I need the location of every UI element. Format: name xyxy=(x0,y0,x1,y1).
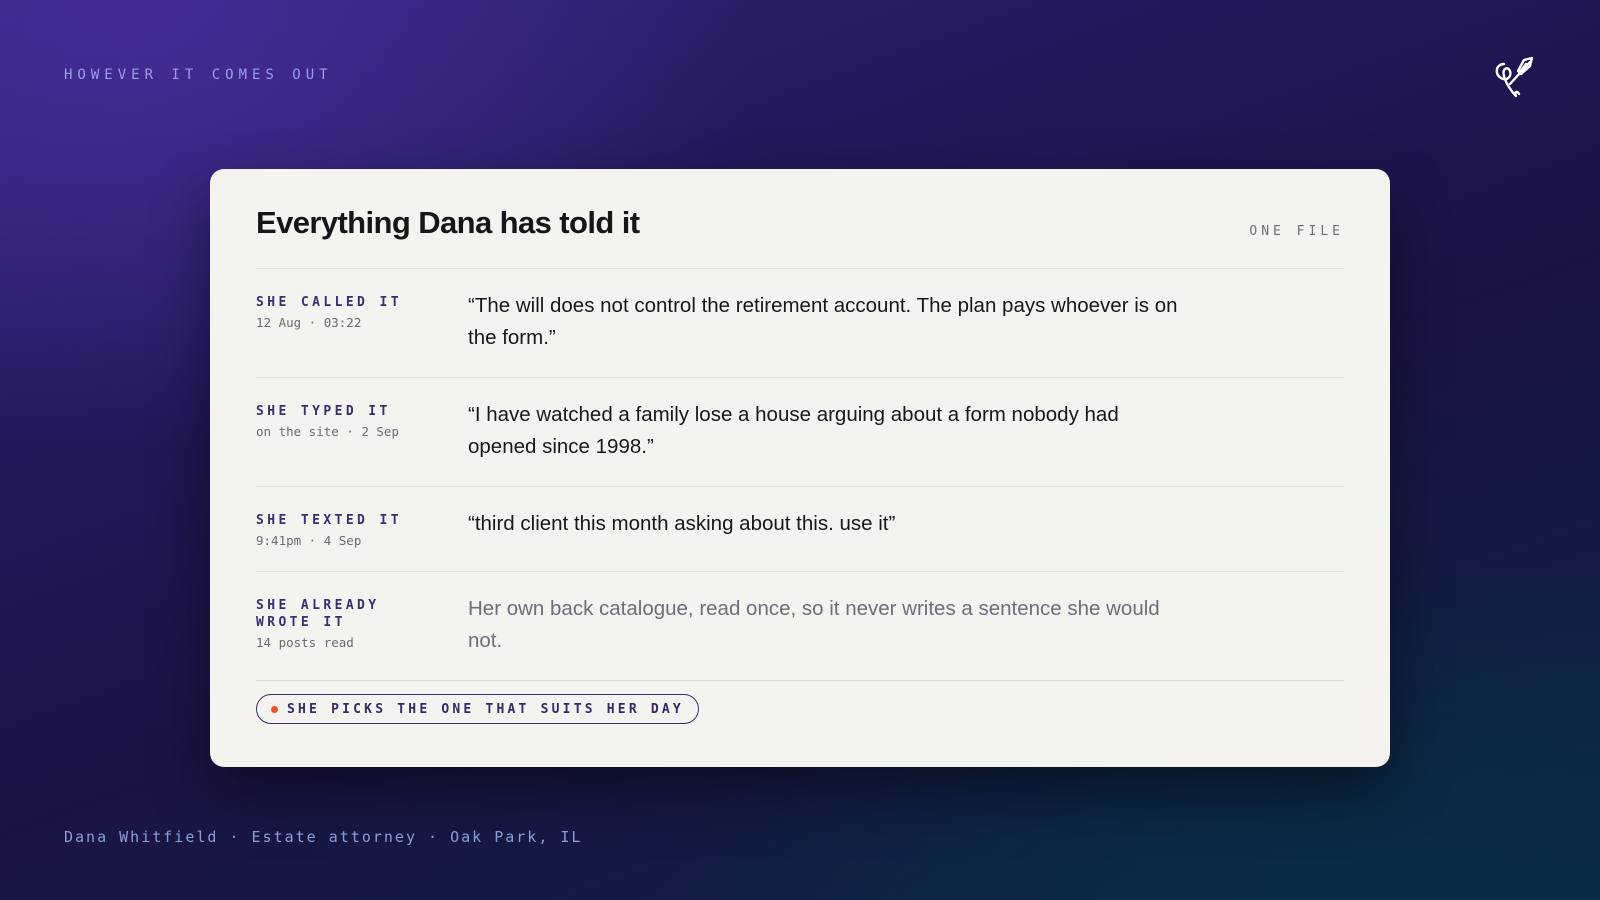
source-list: SHE CALLED IT 12 Aug · 03:22 “The will d… xyxy=(256,268,1344,681)
row-timestamp: 12 Aug · 03:22 xyxy=(256,315,362,330)
row-quote: “The will does not control the retiremen… xyxy=(468,294,1178,349)
row-meta: SHE ALREADY WROTE IT 14 posts read xyxy=(256,597,468,657)
row-timestamp: 9:41pm · 4 Sep xyxy=(256,533,362,548)
row-meta: SHE TEXTED IT 9:41pm · 4 Sep xyxy=(256,512,468,548)
told-it-card: Everything Dana has told it ONE FILE SHE… xyxy=(210,169,1390,767)
list-item: SHE TEXTED IT 9:41pm · 4 Sep “third clie… xyxy=(256,487,1344,572)
row-quote: “I have watched a family lose a house ar… xyxy=(468,403,1119,458)
card-title: Everything Dana has told it xyxy=(256,205,640,240)
row-label: SHE ALREADY WROTE IT xyxy=(256,598,380,630)
file-count-tag: ONE FILE xyxy=(1249,224,1344,239)
row-quote: Her own back catalogue, read once, so it… xyxy=(468,597,1160,652)
quill-pen-icon xyxy=(1490,54,1534,98)
row-timestamp: 14 posts read xyxy=(256,635,354,650)
eyebrow-label: HOWEVER IT COMES OUT xyxy=(64,67,333,83)
pill-label: SHE PICKS THE ONE THAT SUITS HER DAY xyxy=(287,701,684,717)
status-dot-icon xyxy=(271,705,278,713)
list-item: SHE CALLED IT 12 Aug · 03:22 “The will d… xyxy=(256,269,1344,378)
row-label: SHE TEXTED IT xyxy=(256,513,402,528)
list-item: SHE ALREADY WROTE IT 14 posts read Her o… xyxy=(256,572,1344,681)
row-quote: “third client this month asking about th… xyxy=(468,512,896,535)
row-label: SHE TYPED IT xyxy=(256,404,391,419)
list-item: SHE TYPED IT on the site · 2 Sep “I have… xyxy=(256,378,1344,487)
picks-pill: SHE PICKS THE ONE THAT SUITS HER DAY xyxy=(256,694,699,724)
row-meta: SHE CALLED IT 12 Aug · 03:22 xyxy=(256,294,468,354)
row-meta: SHE TYPED IT on the site · 2 Sep xyxy=(256,403,468,463)
row-timestamp: on the site · 2 Sep xyxy=(256,424,399,439)
row-label: SHE CALLED IT xyxy=(256,295,402,310)
author-byline: Dana Whitfield · Estate attorney · Oak P… xyxy=(64,828,583,846)
